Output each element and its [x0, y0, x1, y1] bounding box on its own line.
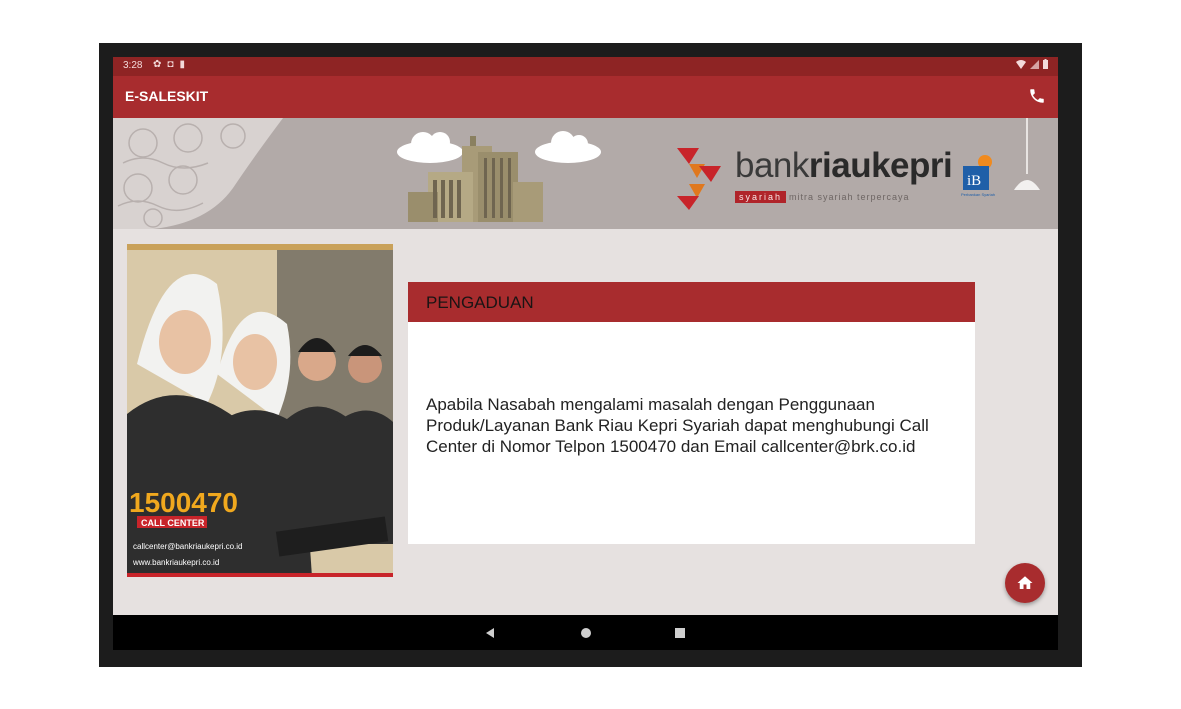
phone-icon[interactable]: [1028, 87, 1046, 105]
app-bar: E-SALESKIT: [113, 76, 1058, 118]
battery-icon: [1043, 59, 1048, 69]
bank-building-illustration: [408, 136, 543, 222]
callcenter-number: 1500470: [129, 487, 238, 518]
bank-logo: bankriaukepri syariah mitra syariah terp…: [673, 144, 973, 214]
status-time: 3:28: [123, 60, 143, 71]
card-title: PENGADUAN: [426, 293, 534, 312]
back-icon[interactable]: [481, 624, 499, 642]
bank-tagline: syariah mitra syariah terpercaya: [735, 191, 910, 203]
status-bar: 3:28 ✿ ◘ ▮: [113, 57, 1058, 76]
card-body-text: Apabila Nasabah mengalami masalah dengan…: [426, 395, 929, 456]
bank-logo-mark: [677, 148, 721, 210]
notification-icon: ◘: [167, 59, 174, 70]
complaint-card: PENGADUAN Apabila Nasabah mengalami masa…: [408, 282, 975, 544]
home-nav-icon[interactable]: [577, 624, 595, 642]
recents-icon[interactable]: [671, 624, 689, 642]
header-banner: bankriaukepri syariah mitra syariah terp…: [113, 118, 1058, 229]
call-center-photo: 1500470 CALL CENTER callcenter@bankriauk…: [127, 244, 393, 577]
settings-icon: ✿: [153, 59, 162, 70]
app-title: E-SALESKIT: [125, 88, 209, 104]
bank-name: bankriaukepri: [735, 146, 953, 185]
ornament-pattern: [113, 118, 283, 229]
wifi-icon: [1016, 59, 1026, 69]
ib-logo: iB Perbankan Syariah: [961, 155, 995, 197]
tablet-frame: 3:28 ✿ ◘ ▮ E-SALESKIT bankriaukepri syar…: [99, 43, 1082, 667]
bank-website: www.bankriaukepri.co.id: [132, 558, 219, 567]
svg-text:iB: iB: [967, 173, 981, 189]
home-fab-button[interactable]: [1005, 563, 1045, 603]
svg-text:Perbankan Syariah: Perbankan Syariah: [961, 192, 995, 197]
callcenter-email: callcenter@bankriaukepri.co.id: [133, 542, 243, 551]
card-header: PENGADUAN: [408, 282, 975, 322]
hanging-lamp: [1014, 118, 1040, 190]
screen: 3:28 ✿ ◘ ▮ E-SALESKIT bankriaukepri syar…: [113, 57, 1058, 650]
navigation-bar: [113, 615, 1058, 650]
home-icon: [1017, 576, 1033, 589]
callcenter-label: CALL CENTER: [141, 518, 205, 528]
signal-icon: [1030, 59, 1039, 69]
sd-card-icon: ▮: [179, 59, 185, 70]
